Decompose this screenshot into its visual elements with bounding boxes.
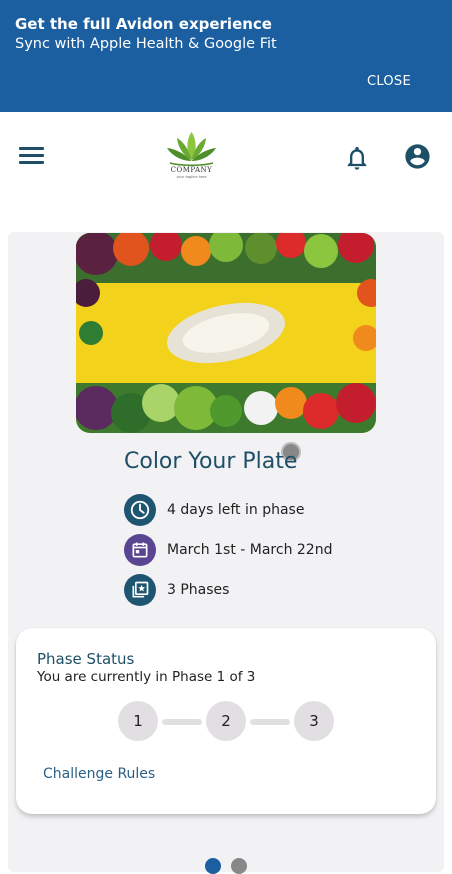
account-circle-icon[interactable] [403, 142, 432, 171]
bell-icon[interactable] [343, 143, 371, 173]
lotus-icon [167, 132, 216, 166]
phase-status-subtitle: You are currently in Phase 1 of 3 [37, 669, 256, 685]
banner-close-button[interactable]: CLOSE [367, 74, 411, 89]
sync-banner: Get the full Avidon experience Sync with… [0, 0, 452, 112]
phase-step-2: 2 [206, 701, 246, 741]
challenge-hero-image [76, 233, 376, 433]
days-left-row: 4 days left in phase [124, 494, 304, 526]
clock-icon [124, 494, 156, 526]
days-left-text: 4 days left in phase [167, 502, 305, 518]
carousel-dot-active[interactable] [205, 858, 221, 874]
logo-text: COMPANY [170, 166, 213, 174]
logo-tagline: your tagline here [176, 175, 207, 179]
hamburger-menu-icon[interactable] [19, 147, 44, 167]
phases-icon [124, 574, 156, 606]
company-logo: COMPANY your tagline here [164, 130, 219, 186]
phase-connector [162, 719, 202, 725]
challenge-rules-link[interactable]: Challenge Rules [43, 766, 155, 782]
app-header: COMPANY your tagline here [0, 112, 452, 204]
phase-step-1: 1 [118, 701, 158, 741]
phases-count-row: 3 Phases [124, 574, 229, 606]
phase-step-3: 3 [294, 701, 334, 741]
phase-status-title: Phase Status [37, 650, 135, 668]
phases-count-text: 3 Phases [167, 582, 230, 598]
banner-subtitle: Sync with Apple Health & Google Fit [15, 36, 277, 52]
date-range-text: March 1st - March 22nd [167, 542, 333, 558]
challenge-title: Color Your Plate [124, 449, 298, 474]
phase-connector [250, 719, 290, 725]
date-range-row: March 1st - March 22nd [124, 534, 332, 566]
banner-title: Get the full Avidon experience [15, 15, 272, 33]
calendar-icon [124, 534, 156, 566]
carousel-dot[interactable] [231, 858, 247, 874]
phase-status-card: Phase Status You are currently in Phase … [16, 628, 436, 814]
